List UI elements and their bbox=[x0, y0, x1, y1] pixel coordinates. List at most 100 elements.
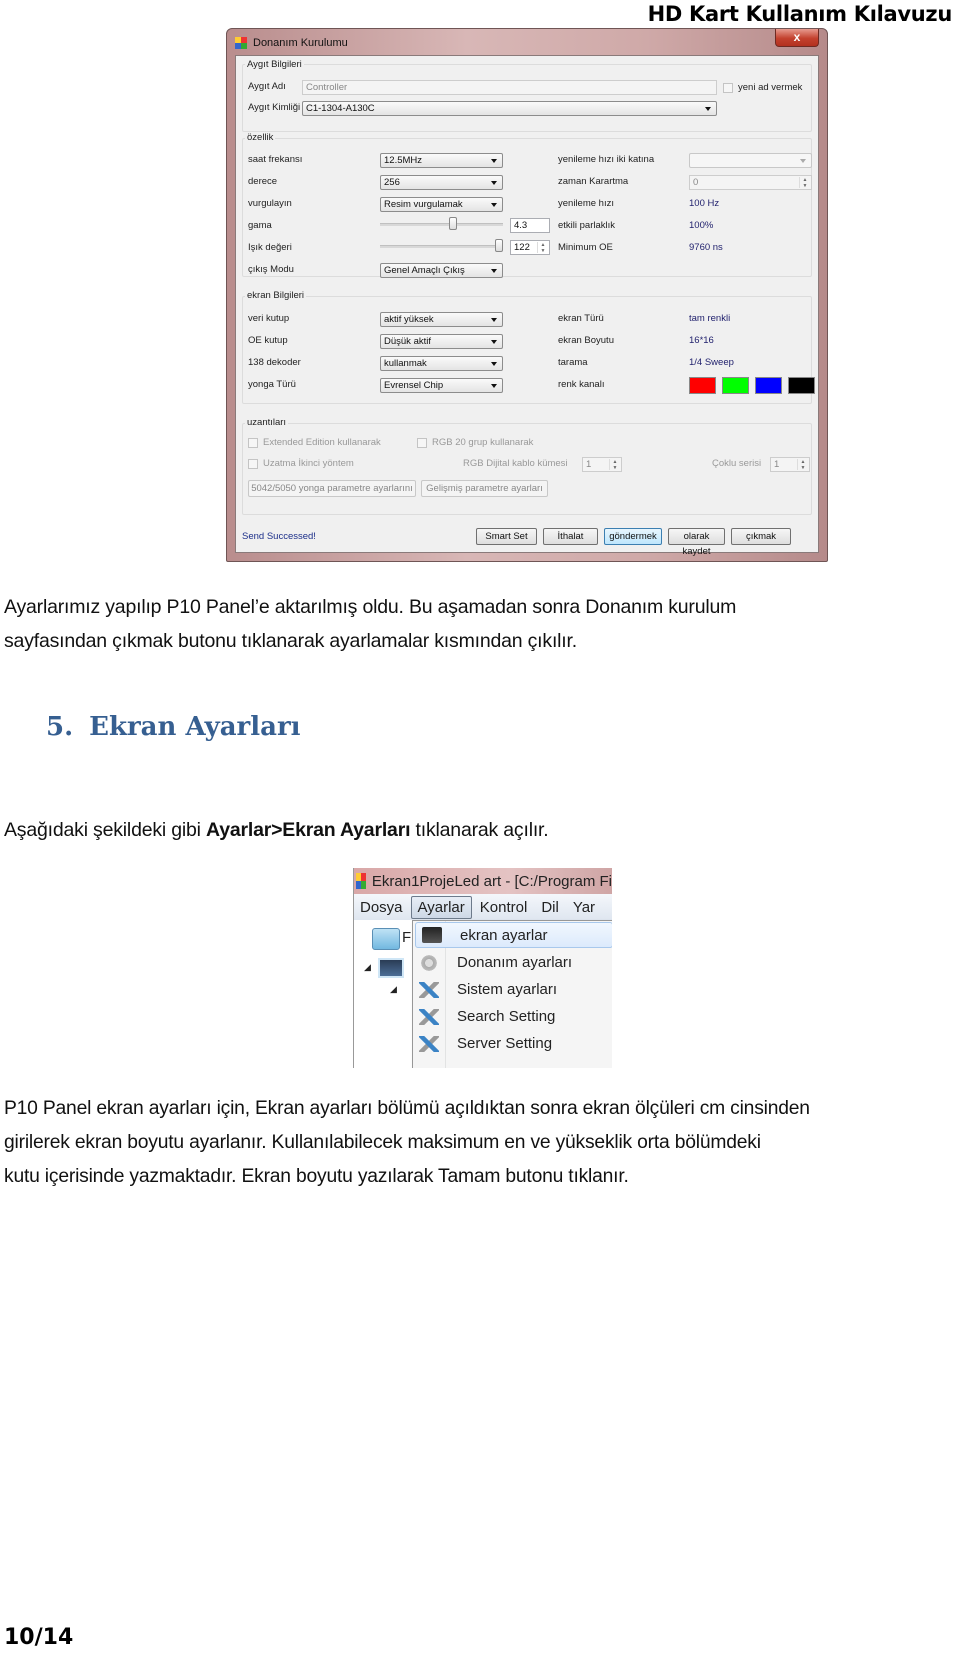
tree-expand-icon[interactable]: ◢ bbox=[390, 984, 397, 995]
clock-select[interactable]: 12.5MHz bbox=[380, 153, 503, 168]
menu-item-server-setting[interactable]: Server Setting bbox=[413, 1030, 612, 1057]
color-swatch-green[interactable] bbox=[722, 377, 749, 394]
rgb20-checkbox[interactable]: RGB 20 grup kullanarak bbox=[417, 437, 533, 448]
screen-size-label: ekran Boyutu bbox=[558, 335, 614, 346]
decoder-value: kullanmak bbox=[384, 358, 427, 369]
paragraph-3-line-1: P10 Panel ekran ayarları için, Ekran aya… bbox=[4, 1098, 810, 1119]
second-method-checkbox[interactable]: Uzatma İkinci yöntem bbox=[248, 458, 354, 469]
advanced-params-button[interactable]: Gelişmiş parametre ayarları bbox=[421, 480, 548, 497]
spin-arrows-icon[interactable]: ▲ ▼ bbox=[797, 459, 808, 471]
properties-label: özellik bbox=[245, 132, 276, 143]
color-swatch-blue[interactable] bbox=[755, 377, 782, 394]
page-number: 10/14 bbox=[4, 1625, 74, 1650]
app-window-title: Ekran1ProjeLed art - [C:/Program Fi bbox=[371, 872, 612, 890]
tools-icon bbox=[419, 1035, 439, 1052]
device-info-group bbox=[242, 64, 812, 132]
menu-item-system-settings[interactable]: Sistem ayarları bbox=[413, 976, 612, 1003]
menu-kontrol[interactable]: Kontrol bbox=[474, 897, 534, 918]
spin-arrows-icon[interactable]: ▲ ▼ bbox=[799, 177, 810, 189]
blanking-spinbox[interactable]: 0 ▲ ▼ bbox=[689, 175, 812, 190]
light-slider[interactable] bbox=[380, 239, 503, 253]
slider-thumb[interactable] bbox=[449, 217, 457, 230]
data-polarity-select[interactable]: aktif yüksek bbox=[380, 312, 503, 327]
menu-item-search-setting[interactable]: Search Setting bbox=[413, 1003, 612, 1030]
color-swatch-black[interactable] bbox=[788, 377, 815, 394]
emphasis-label: vurgulayın bbox=[248, 198, 292, 209]
send-button[interactable]: göndermek bbox=[604, 528, 662, 545]
device-info-label: Aygıt Bilgileri bbox=[245, 59, 304, 70]
light-spinbox[interactable]: 122 ▲ ▼ bbox=[510, 240, 550, 255]
checkbox-box[interactable] bbox=[723, 82, 733, 93]
grade-select[interactable]: 256 bbox=[380, 175, 503, 190]
spin-arrows-icon[interactable]: ▲ ▼ bbox=[609, 459, 620, 471]
project-icon[interactable] bbox=[372, 928, 400, 950]
refresh-double-select[interactable] bbox=[689, 153, 812, 168]
data-polarity-label: veri kutup bbox=[248, 313, 290, 324]
menu-item-label: ekran ayarlar bbox=[460, 926, 548, 944]
paragraph-1: Ayarlarımız yapılıp P10 Panel’e aktarılm… bbox=[4, 590, 736, 658]
dialog-client: Aygıt Bilgileri Aygıt Adı Controller yen… bbox=[235, 55, 819, 557]
chip-params-button[interactable]: 5042/5050 yonga parametre ayarlarını bbox=[248, 480, 416, 497]
device-id-select[interactable]: C1-1304-A130C bbox=[302, 101, 717, 116]
save-as-button[interactable]: olarak kaydet bbox=[668, 528, 725, 557]
exit-button[interactable]: çıkmak bbox=[731, 528, 791, 545]
second-method-label: Uzatma İkinci yöntem bbox=[263, 458, 354, 469]
extensions-label: uzantıları bbox=[245, 417, 289, 428]
decoder-select[interactable]: kullanmak bbox=[380, 356, 503, 371]
paragraph-1-line-2: sayfasından çıkmak butonu tıklanarak aya… bbox=[4, 630, 577, 652]
device-id-value: C1-1304-A130C bbox=[306, 103, 375, 114]
oe-polarity-select[interactable]: Düşük aktif bbox=[380, 334, 503, 349]
checkbox-box[interactable] bbox=[248, 458, 258, 469]
min-oe-label: Minimum OE bbox=[558, 242, 613, 253]
rename-checkbox[interactable]: yeni ad vermek bbox=[723, 82, 802, 93]
device-name-field[interactable]: Controller bbox=[302, 80, 717, 95]
screen-type-label: ekran Türü bbox=[558, 313, 604, 324]
screen-node-icon[interactable] bbox=[378, 958, 404, 978]
brightness-value: 100% bbox=[689, 220, 714, 231]
color-swatch-red[interactable] bbox=[689, 377, 716, 394]
close-button[interactable]: x bbox=[775, 29, 819, 47]
tools-icon bbox=[419, 981, 439, 998]
hardware-setup-dialog: Donanım Kurulumu x Aygıt Bilgileri Aygıt… bbox=[226, 28, 828, 562]
menu-item-hardware-settings[interactable]: Donanım ayarları bbox=[413, 949, 612, 976]
paragraph-2: Aşağıdaki şekildeki gibi Ayarlar>Ekran A… bbox=[4, 813, 549, 847]
refresh-value: 100 Hz bbox=[689, 198, 720, 209]
gamma-field[interactable]: 4.3 bbox=[510, 218, 550, 233]
extended-edition-checkbox[interactable]: Extended Edition kullanarak bbox=[248, 437, 381, 448]
gamma-slider[interactable] bbox=[380, 217, 503, 231]
tools-icon bbox=[419, 1008, 439, 1025]
output-mode-select[interactable]: Genel Amaçlı Çıkış bbox=[380, 263, 503, 278]
slider-track bbox=[380, 245, 503, 248]
menu-ayarlar[interactable]: Ayarlar bbox=[410, 895, 472, 919]
tree-expand-icon[interactable]: ◢ bbox=[364, 962, 371, 973]
section-title: Ekran Ayarları bbox=[89, 712, 301, 742]
checkbox-box[interactable] bbox=[248, 437, 258, 448]
checkbox-box[interactable] bbox=[417, 437, 427, 448]
smart-set-button[interactable]: Smart Set bbox=[476, 528, 537, 545]
gamma-label: gama bbox=[248, 220, 272, 231]
paragraph-2-text: Aşağıdaki şekildeki gibi bbox=[4, 819, 207, 841]
output-mode-value: Genel Amaçlı Çıkış bbox=[384, 265, 465, 276]
rgb-cable-spinbox[interactable]: 1 ▲ ▼ bbox=[582, 457, 622, 472]
menu-yardim[interactable]: Yar bbox=[567, 897, 601, 918]
device-id-label: Aygıt Kimliği bbox=[248, 102, 301, 113]
rgb-cable-value: 1 bbox=[586, 459, 592, 470]
screen-info-label: ekran Bilgileri bbox=[245, 290, 307, 301]
scan-label: tarama bbox=[558, 357, 588, 368]
light-value: 122 bbox=[514, 242, 530, 253]
chip-type-select[interactable]: Evrensel Chip bbox=[380, 378, 503, 393]
import-button[interactable]: İthalat bbox=[543, 528, 598, 545]
dialog-title: Donanım Kurulumu bbox=[253, 37, 348, 49]
spin-arrows-icon[interactable]: ▲ ▼ bbox=[537, 242, 548, 254]
menu-dil[interactable]: Dil bbox=[535, 897, 565, 918]
menu-dosya[interactable]: Dosya bbox=[354, 897, 409, 918]
refresh-label: yenileme hızı bbox=[558, 198, 614, 209]
menu-item-screen-settings[interactable]: ekran ayarlar bbox=[415, 922, 612, 948]
chevron-down-icon bbox=[491, 159, 497, 163]
emphasis-select[interactable]: Resim vurgulamak bbox=[380, 197, 503, 212]
paragraph-3: P10 Panel ekran ayarları için, Ekran aya… bbox=[4, 1092, 810, 1194]
slider-thumb[interactable] bbox=[495, 239, 503, 252]
output-mode-label: çıkış Modu bbox=[248, 264, 294, 275]
chevron-down-icon bbox=[491, 340, 497, 344]
multi-series-spinbox[interactable]: 1 ▲ ▼ bbox=[770, 457, 810, 472]
